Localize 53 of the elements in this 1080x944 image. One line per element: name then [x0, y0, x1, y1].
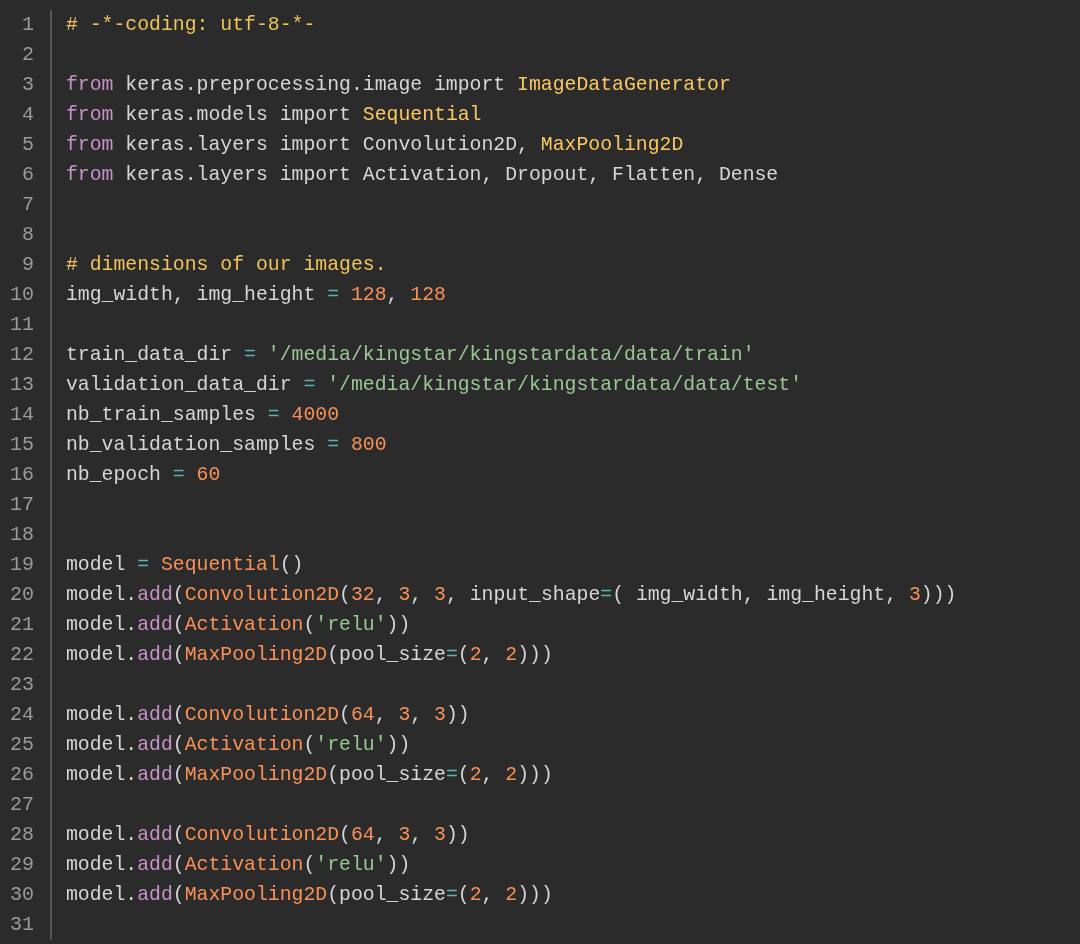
- code-line: # dimensions of our images.: [66, 253, 387, 278]
- line-number: 24: [10, 702, 34, 728]
- code-line: model.add(Convolution2D(32, 3, 3, input_shape=( img_width, img_height, 3))): [66, 583, 957, 608]
- line-number: 7: [22, 192, 34, 218]
- line-number: 2: [22, 42, 34, 68]
- line-number: 28: [10, 822, 34, 848]
- line-number: 6: [22, 162, 34, 188]
- code-line: img_width, img_height = 128, 128: [66, 283, 446, 308]
- code-line: from keras.models import Sequential: [66, 103, 482, 128]
- code-line: validation_data_dir = '/media/kingstar/kingstardata/data/test': [66, 373, 802, 398]
- line-number: 31: [10, 912, 34, 938]
- line-number: 8: [22, 222, 34, 248]
- line-number: 26: [10, 762, 34, 788]
- line-number: 23: [10, 672, 34, 698]
- line-number: 11: [10, 312, 34, 338]
- line-number: 19: [10, 552, 34, 578]
- code-line: from keras.layers import Activation, Dropout, Flatten, Dense: [66, 163, 779, 188]
- line-number: 1: [22, 12, 34, 38]
- code-line: nb_epoch = 60: [66, 463, 221, 488]
- code-line: model.add(MaxPooling2D(pool_size=(2, 2))): [66, 883, 553, 908]
- line-number: 22: [10, 642, 34, 668]
- code-line: model = Sequential(): [66, 553, 304, 578]
- code-line: model.add(Convolution2D(64, 3, 3)): [66, 823, 470, 848]
- line-number: 13: [10, 372, 34, 398]
- code-line: model.add(Activation('relu')): [66, 733, 411, 758]
- code-line: model.add(Convolution2D(64, 3, 3)): [66, 703, 470, 728]
- code-line: model.add(MaxPooling2D(pool_size=(2, 2))): [66, 643, 553, 668]
- line-number: 27: [10, 792, 34, 818]
- code-line: model.add(Activation('relu')): [66, 613, 411, 638]
- line-number: 4: [22, 102, 34, 128]
- code-line: # -*-coding: utf-8-*-: [66, 13, 316, 38]
- line-number: 18: [10, 522, 34, 548]
- code-line: nb_train_samples = 4000: [66, 403, 340, 428]
- code-line: model.add(Activation('relu')): [66, 853, 411, 878]
- line-number: 10: [10, 282, 34, 308]
- line-number: 9: [22, 252, 34, 278]
- line-number: 3: [22, 72, 34, 98]
- line-number: 29: [10, 852, 34, 878]
- line-number: 14: [10, 402, 34, 428]
- line-number: 30: [10, 882, 34, 908]
- code-line: from keras.layers import Convolution2D, MaxPooling2D: [66, 133, 684, 158]
- code-line: model.add(MaxPooling2D(pool_size=(2, 2))): [66, 763, 553, 788]
- line-number: 21: [10, 612, 34, 638]
- line-number: 16: [10, 462, 34, 488]
- line-number: 12: [10, 342, 34, 368]
- line-number: 17: [10, 492, 34, 518]
- line-number: 20: [10, 582, 34, 608]
- code-line: from keras.preprocessing.image import ImageDataGenerator: [66, 73, 731, 98]
- line-number: 5: [22, 132, 34, 158]
- line-number: 25: [10, 732, 34, 758]
- line-number: 15: [10, 432, 34, 458]
- code-line: nb_validation_samples = 800: [66, 433, 387, 458]
- code-line: train_data_dir = '/media/kingstar/kingstardata/data/train': [66, 343, 755, 368]
